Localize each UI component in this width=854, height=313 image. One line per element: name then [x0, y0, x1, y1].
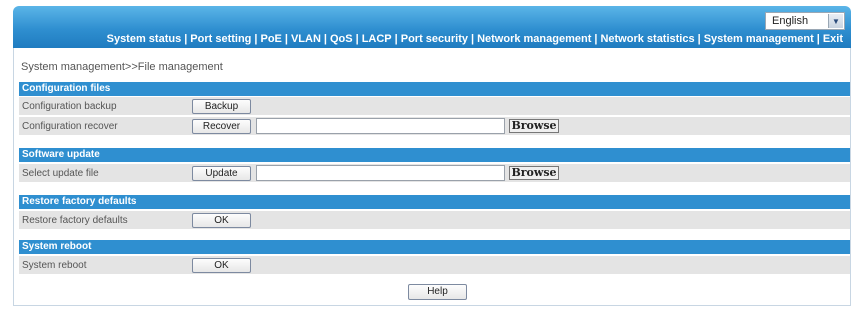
nav-separator: |: [816, 33, 820, 45]
update-button[interactable]: Update: [192, 166, 251, 181]
nav-network-statistics[interactable]: Network statistics: [600, 33, 694, 45]
row-select-update-file: Select update file Update Browse: [19, 164, 850, 183]
configuration-recover-label: Configuration recover: [22, 121, 118, 132]
restore-defaults-ok-button[interactable]: OK: [192, 213, 251, 228]
recover-browse-button[interactable]: Browse: [509, 119, 559, 133]
nav-separator: |: [394, 33, 398, 45]
select-update-file-label: Select update file: [22, 168, 99, 179]
nav-qos[interactable]: QoS: [330, 33, 353, 45]
language-select[interactable]: English ▼: [765, 12, 845, 30]
section-header-system-reboot: System reboot: [19, 240, 850, 254]
restore-factory-defaults-label: Restore factory defaults: [22, 215, 128, 226]
row-configuration-backup: Configuration backup Backup: [19, 97, 850, 116]
nav-exit[interactable]: Exit: [823, 33, 843, 45]
recover-file-input[interactable]: [256, 118, 505, 134]
breadcrumb: System management>>File management: [21, 61, 223, 73]
update-file-input[interactable]: [256, 165, 505, 181]
nav-separator: |: [284, 33, 288, 45]
row-restore-factory-defaults: Restore factory defaults OK: [19, 211, 850, 230]
row-system-reboot: System reboot OK: [19, 256, 850, 275]
reboot-ok-button[interactable]: OK: [192, 258, 251, 273]
nav-separator: |: [697, 33, 701, 45]
nav-network-management[interactable]: Network management: [477, 33, 591, 45]
chevron-down-icon[interactable]: ▼: [828, 14, 843, 28]
nav-port-security[interactable]: Port security: [401, 33, 468, 45]
recover-button[interactable]: Recover: [192, 119, 251, 134]
nav-separator: |: [323, 33, 327, 45]
nav-separator: |: [355, 33, 359, 45]
top-header: English ▼ System status | Port setting | PoE…: [13, 6, 851, 48]
nav-separator: |: [470, 33, 475, 45]
main-nav: System status | Port setting | PoE | VLAN | QoS |…: [107, 33, 843, 45]
system-reboot-label: System reboot: [22, 260, 87, 271]
main-content: System management>>File management Confi…: [13, 48, 851, 306]
nav-lacp[interactable]: LACP: [362, 33, 392, 45]
backup-button[interactable]: Backup: [192, 99, 251, 114]
nav-system-status[interactable]: System status: [107, 33, 182, 45]
nav-poe[interactable]: PoE: [260, 33, 281, 45]
section-header-restore-factory-defaults: Restore factory defaults: [19, 195, 850, 209]
section-header-software-update: Software update: [19, 148, 850, 162]
nav-system-management[interactable]: System management: [704, 33, 814, 45]
language-select-value: English: [772, 15, 809, 27]
nav-separator: |: [184, 33, 188, 45]
section-header-configuration-files: Configuration files: [19, 82, 850, 96]
help-button[interactable]: Help: [408, 284, 467, 300]
configuration-backup-label: Configuration backup: [22, 101, 117, 112]
row-configuration-recover: Configuration recover Recover Browse: [19, 117, 850, 136]
nav-vlan[interactable]: VLAN: [291, 33, 321, 45]
update-browse-button[interactable]: Browse: [509, 166, 559, 180]
nav-port-setting[interactable]: Port setting: [190, 33, 251, 45]
